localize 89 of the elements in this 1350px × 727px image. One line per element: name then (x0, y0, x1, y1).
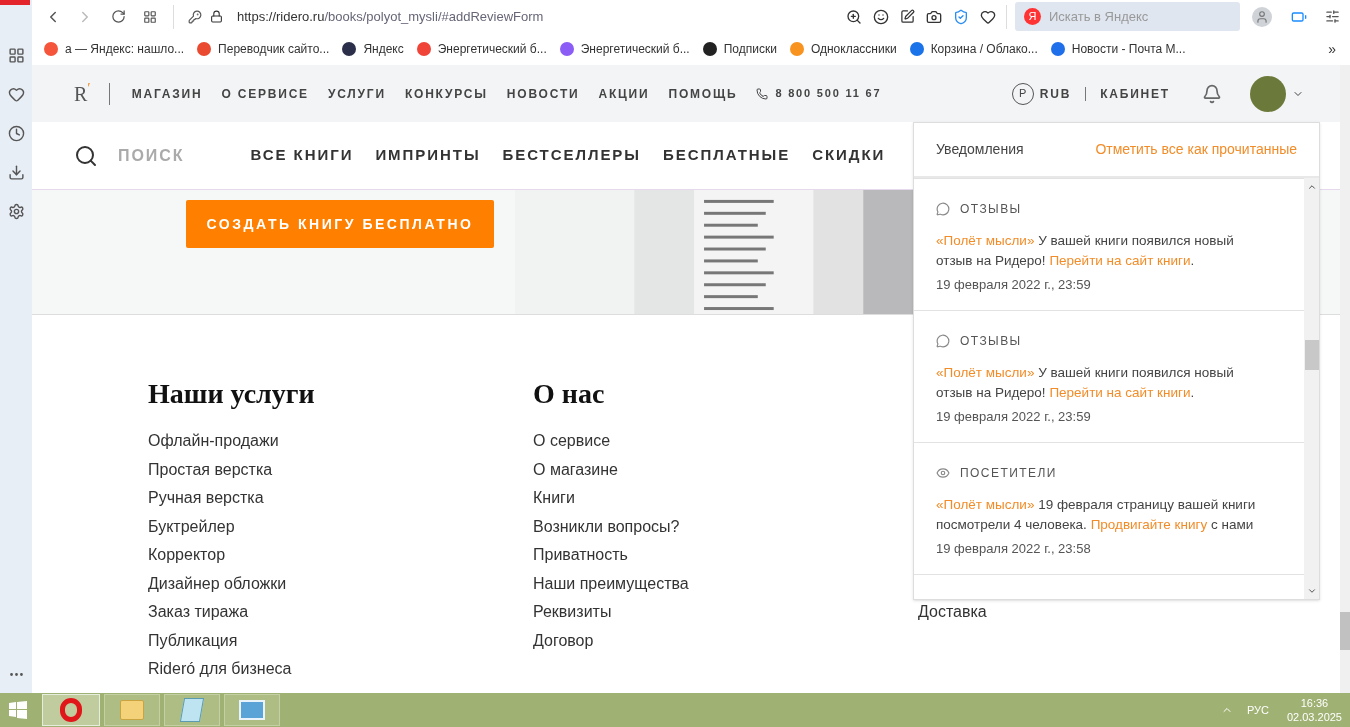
lock-icon[interactable] (210, 10, 223, 23)
scroll-down-icon[interactable] (1306, 586, 1317, 596)
heart-icon[interactable] (980, 8, 996, 25)
notification-category: ОТЗЫВЫ (960, 201, 1022, 218)
cabinet-link[interactable]: КАБИНЕТ (1100, 84, 1170, 103)
footer-link[interactable]: Дизайнер обложки (148, 569, 533, 598)
panel-scrollbar[interactable] (1304, 178, 1319, 599)
bookmark-item[interactable]: Яндекс (342, 40, 404, 58)
opera-icon (60, 698, 82, 722)
footer-link[interactable]: Публикация (148, 626, 533, 655)
phone-number[interactable]: 8 800 500 11 67 (775, 85, 882, 102)
nav-link[interactable]: О СЕРВИСЕ (221, 84, 309, 103)
catalog-link[interactable]: БЕСПЛАТНЫЕ (662, 144, 791, 167)
nav-link[interactable]: АКЦИИ (598, 84, 650, 103)
bookmark-item[interactable]: Подписки (702, 40, 777, 58)
catalog-link[interactable]: ВСЕ КНИГИ (250, 144, 354, 167)
zoom-icon[interactable] (846, 8, 862, 25)
settings-icon[interactable] (7, 203, 25, 220)
bookmark-item[interactable]: Переводчик сайто... (197, 40, 330, 58)
comment-icon (936, 334, 950, 348)
key-icon[interactable] (188, 9, 202, 24)
notification-text: «Полёт мысли» У вашей книги появился новый отзыв на Ридеро! Перейти на сайт книги. (936, 232, 1235, 270)
search-icon[interactable] (74, 143, 98, 168)
nav-link[interactable]: МАГАЗИН (131, 84, 203, 103)
bookmark-item[interactable]: Энергетический б... (416, 40, 547, 58)
logo[interactable]: R$^{′}$ (74, 78, 91, 109)
panel-title: Уведомления (936, 140, 1024, 159)
more-bookmarks[interactable]: » (1328, 38, 1336, 60)
settings-icon[interactable] (1325, 9, 1340, 24)
eye-icon (936, 466, 950, 480)
notification-date: 19 февраля 2022 г., 23:59 (936, 408, 1092, 426)
bookmark-item[interactable]: Новости - Почта М... (1050, 40, 1186, 58)
bell-icon[interactable] (1202, 83, 1222, 104)
footer-link[interactable]: Реквизиты (533, 598, 918, 627)
heart-icon[interactable] (7, 86, 25, 103)
scrollbar-thumb[interactable] (1304, 340, 1319, 370)
tab-indicator (0, 0, 30, 5)
footer-link[interactable]: Ручная верстка (148, 484, 533, 513)
scroll-up-icon[interactable] (1306, 182, 1317, 192)
footer-link[interactable]: Корректор (148, 541, 533, 570)
footer-link[interactable]: Rideró для бизнеса (148, 655, 533, 684)
download-icon[interactable] (7, 164, 25, 181)
footer-link[interactable]: Договор (533, 626, 918, 655)
bookmark-item[interactable]: Корзина / Облако... (909, 40, 1038, 58)
footer-link[interactable]: Простая верстка (148, 455, 533, 484)
notification-text: «Полёт мысли» У вашей книги появился новый отзыв на Ридеро! Перейти на сайт книги. (936, 364, 1235, 402)
profile-icon[interactable] (1252, 6, 1272, 27)
notification-category: ОТЗЫВЫ (960, 333, 1022, 350)
catalog-link[interactable]: ИМПРИНТЫ (375, 144, 481, 167)
footer-link[interactable]: Заказ тиража (148, 598, 533, 627)
yandex-logo-icon: Я (1024, 8, 1041, 25)
phone-icon (756, 87, 769, 100)
nav-link[interactable]: КОНКУРСЫ (404, 84, 488, 103)
currency-label[interactable]: RUB (1039, 84, 1072, 103)
footer-link[interactable]: Офлайн-продажи (148, 427, 533, 456)
address-field[interactable]: https://ridero.ru/books/polyot_mysli/#addReviewForm (237, 6, 544, 27)
notification-date: 19 февраля 2022 г., 23:59 (936, 276, 1092, 294)
notification-category: ПОСЕТИТЕЛИ (960, 465, 1057, 482)
smiley-icon[interactable] (873, 8, 889, 25)
camera-icon[interactable] (926, 8, 942, 25)
history-icon[interactable] (7, 125, 25, 142)
catalog-link[interactable]: СКИДКИ (812, 144, 886, 167)
scrollbar-thumb[interactable] (1340, 612, 1350, 650)
nav-link[interactable]: УСЛУГИ (327, 84, 386, 103)
nav-link[interactable]: ПОМОЩЬ (668, 84, 738, 103)
bookmark-item[interactable]: Энергетический б... (559, 40, 690, 58)
image-icon (239, 700, 265, 720)
footer-heading: Наши услуги (148, 377, 316, 411)
avatar[interactable] (1250, 75, 1286, 112)
folder-icon (120, 700, 144, 720)
notepad-icon (179, 698, 205, 722)
catalog-link[interactable]: БЕСТСЕЛЛЕРЫ (502, 144, 641, 167)
shield-icon[interactable] (953, 8, 969, 25)
page-scrollbar[interactable] (1340, 65, 1350, 693)
reload-icon[interactable] (111, 9, 126, 24)
footer-link[interactable]: Буктрейлер (148, 512, 533, 541)
footer-link[interactable]: Доставка (918, 598, 1303, 627)
bookmark-item[interactable]: Одноклассники (789, 40, 897, 58)
browser-taskbar-button[interactable] (42, 694, 100, 726)
bookmark-item[interactable]: а — Яндекс: нашло... (44, 40, 185, 58)
notification-text: «Полёт мысли» 19 февраля страницу вашей книги посмотрели 4 человека. Продвигайте книгу с нами (936, 496, 1257, 534)
footer-heading: О нас (533, 377, 606, 411)
comment-icon (936, 202, 950, 216)
edit-icon[interactable] (900, 9, 915, 24)
tabs-icon[interactable] (143, 9, 157, 24)
apps-icon[interactable] (7, 47, 25, 64)
search-field[interactable]: Я Искать в Яндекс (1015, 2, 1240, 31)
notification-date: 19 февраля 2022 г., 23:58 (936, 540, 1092, 558)
nav-link[interactable]: НОВОСТИ (506, 84, 580, 103)
